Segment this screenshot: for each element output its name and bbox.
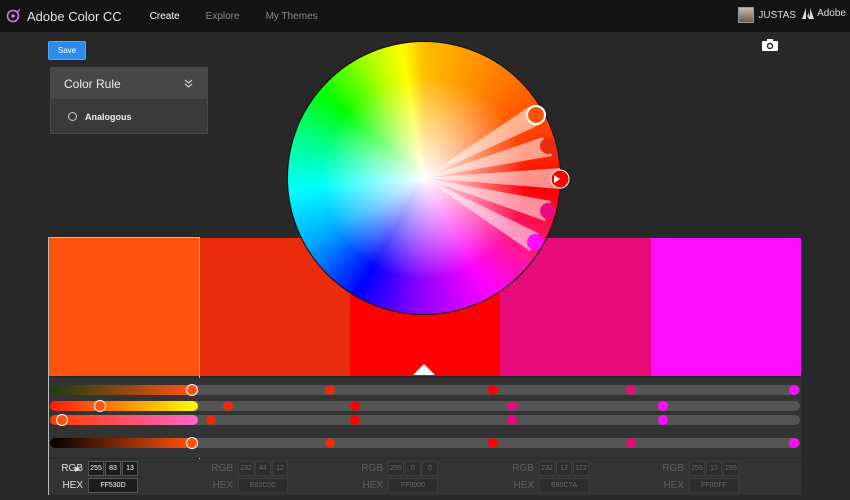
color-values-4: RGB 232 12 122 HEX E80C7A [500,459,650,495]
hex-label: HEX [62,480,83,491]
hex-label: HEX [362,480,383,491]
slider-handle-4[interactable] [186,437,198,449]
hex-label: HEX [513,480,534,491]
rgb-g-field[interactable]: 0 [405,461,421,476]
rgb-label: RGB [662,463,684,474]
rgb-b-field[interactable]: 12 [272,461,288,476]
hex-field[interactable]: FF0000 [388,478,438,493]
slider-handle-2[interactable] [94,400,106,412]
hex-field[interactable]: E80C7A [539,478,589,493]
rgb-label: RGB [512,463,534,474]
color-values-3: RGB 255 0 0 HEX FF0000 [349,459,499,495]
rgb-r-field[interactable]: 232 [539,461,555,476]
rgb-r-field[interactable]: 255 [88,461,104,476]
rgb-label: RGB [211,463,233,474]
hex-label: HEX [212,480,233,491]
color-values-panel: ▶ RGB 255 83 13 HEX FF530D RGB 232 44 12… [49,459,801,495]
color-values-5: RGB 255 13 255 HEX FF0DFF [650,459,800,495]
rgb-r-field[interactable]: 255 [689,461,705,476]
rgb-b-field[interactable]: 0 [422,461,438,476]
color-values-2: RGB 232 44 12 HEX E82C0C [199,459,349,495]
hex-field[interactable]: E82C0C [238,478,288,493]
rgb-b-field[interactable]: 255 [723,461,739,476]
slider-tracks [50,384,800,449]
rgb-r-field[interactable]: 255 [388,461,404,476]
slider-handle-3[interactable] [56,414,68,426]
rgb-g-field[interactable]: 12 [556,461,572,476]
rgb-g-field[interactable]: 83 [105,461,121,476]
rgb-r-field[interactable]: 232 [238,461,254,476]
hex-field[interactable]: FF530D [88,478,138,493]
rgb-b-field[interactable]: 122 [573,461,589,476]
app-root: Adobe Color CC Create Explore My Themes … [0,0,850,500]
hex-field[interactable]: FF0DFF [689,478,739,493]
color-values-1: ▶ RGB 255 83 13 HEX FF530D [49,459,199,495]
slider-handle-1[interactable] [186,384,198,396]
rgb-g-field[interactable]: 13 [706,461,722,476]
rgb-label: RGB [61,463,83,474]
rgb-label: RGB [361,463,383,474]
rgb-b-field[interactable]: 13 [122,461,138,476]
rgb-g-field[interactable]: 44 [255,461,271,476]
hex-label: HEX [663,480,684,491]
